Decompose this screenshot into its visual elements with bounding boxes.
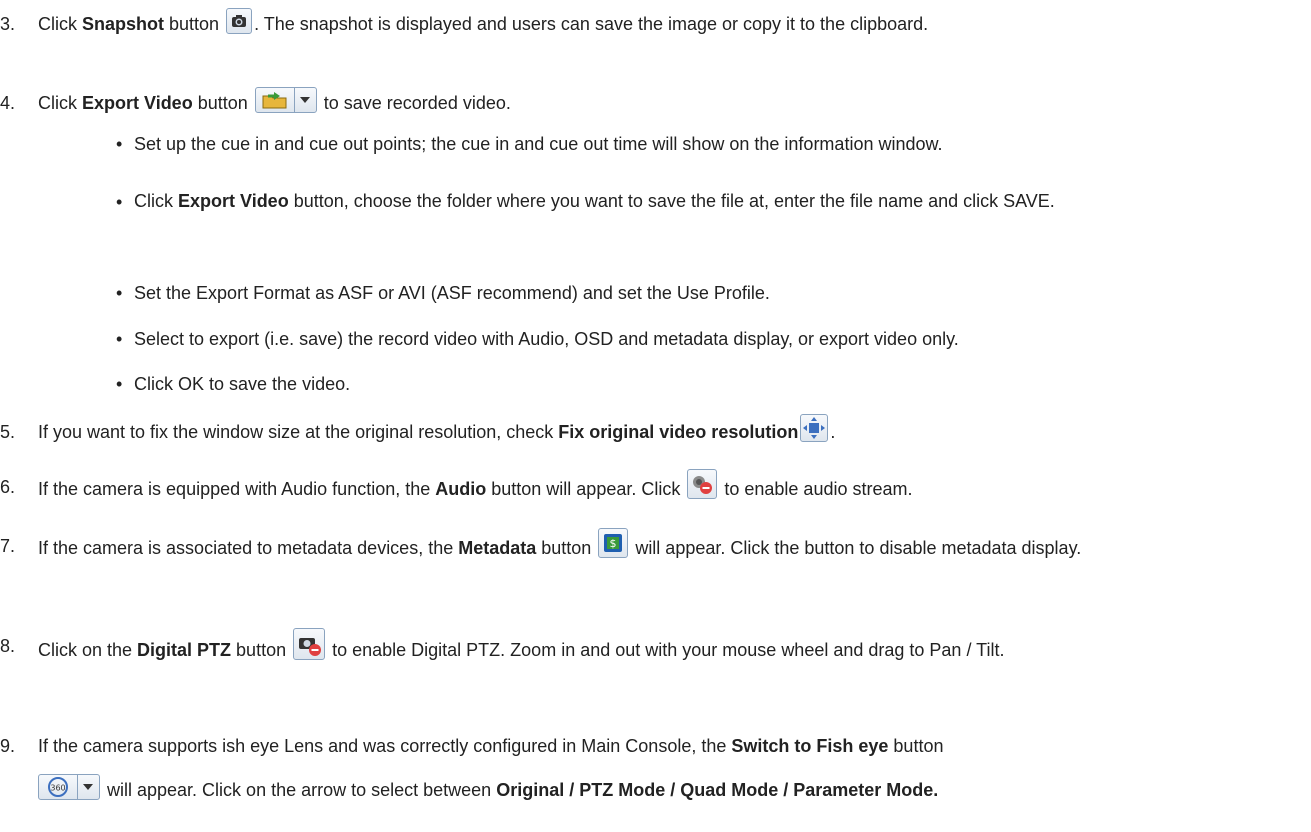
step-text: Click on the Digital PTZ button to enabl…: [38, 628, 1288, 668]
camera-icon: [232, 15, 247, 27]
step-number: 8.: [0, 636, 16, 656]
snapshot-button[interactable]: [226, 8, 253, 34]
step-text: If you want to fix the window size at th…: [38, 414, 1288, 450]
bullet-dot: •: [116, 192, 123, 212]
bullet-text: Click Export Video button, choose the fo…: [134, 191, 1055, 211]
bullet-text: Set the Export Format as ASF or AVI (ASF…: [134, 283, 770, 303]
bullet-dot: •: [116, 134, 123, 154]
step-text: If the camera is associated to metadata …: [38, 528, 1288, 566]
step-text: Click Export Video button to save record…: [38, 85, 1288, 121]
step-text: If the camera supports ish eye Lens and …: [38, 736, 944, 800]
bullet-dot: •: [116, 329, 123, 349]
bullet-dot: •: [116, 374, 123, 394]
bullet-text: Click OK to save the video.: [134, 374, 351, 394]
step-number: 4.: [0, 93, 16, 113]
export-video-dropdown[interactable]: [294, 88, 316, 112]
step-number: 9.: [0, 736, 16, 756]
switch-fisheye-button[interactable]: 360: [38, 774, 100, 800]
folder-export-icon: [262, 92, 287, 109]
audio-button[interactable]: [687, 469, 718, 499]
svg-text:$: $: [610, 537, 617, 550]
step-number: 5.: [0, 422, 16, 442]
digital-ptz-button[interactable]: [293, 628, 326, 660]
digital-ptz-icon: [299, 638, 322, 656]
dropdown-arrow-icon: [83, 784, 93, 790]
audio-icon: [693, 476, 713, 494]
svg-text:360: 360: [50, 784, 65, 793]
bullet-text: Select to export (i.e. save) the record …: [134, 329, 959, 349]
bullet-dot: •: [116, 283, 123, 303]
metadata-icon: $: [604, 534, 623, 552]
fix-resolution-button[interactable]: [800, 414, 829, 442]
step-number: 6.: [0, 477, 16, 497]
metadata-button[interactable]: $: [598, 528, 629, 558]
export-video-button[interactable]: [254, 87, 317, 113]
step-text: Click Snapshot button . The snapshot is …: [38, 6, 1288, 42]
step-text: If the camera is equipped with Audio fun…: [38, 469, 1288, 507]
step-number: 3.: [0, 14, 16, 34]
bullet-text: Set up the cue in and cue out points; th…: [134, 134, 943, 154]
fisheye-mode-dropdown[interactable]: [77, 775, 99, 799]
fix-resolution-icon: [803, 417, 826, 439]
dropdown-arrow-icon: [299, 97, 310, 103]
step-number: 7.: [0, 536, 16, 556]
fisheye-360-icon: 360: [48, 777, 68, 797]
